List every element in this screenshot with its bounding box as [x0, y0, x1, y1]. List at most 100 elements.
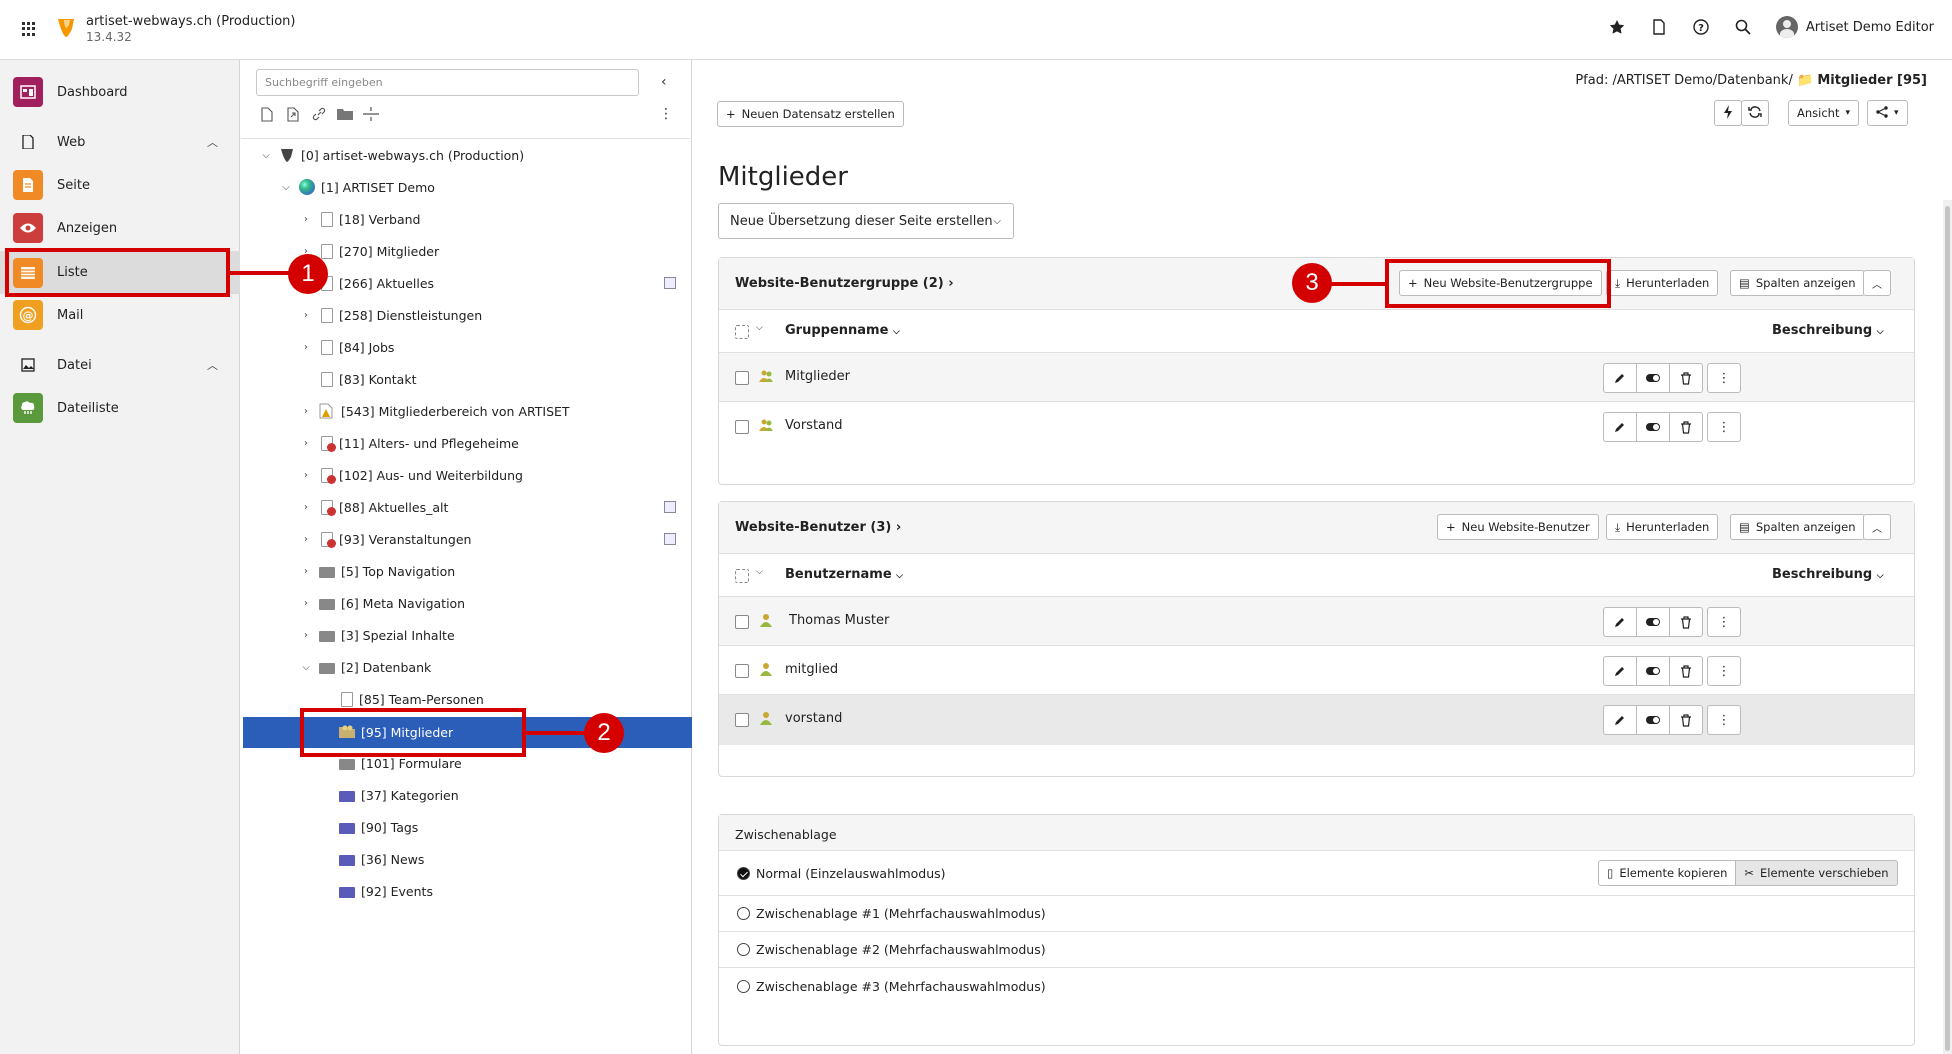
- new-record-button[interactable]: + Neuen Datensatz erstellen: [717, 101, 904, 127]
- tree-search-input[interactable]: Suchbegriff eingeben: [256, 69, 639, 96]
- edit-button[interactable]: [1603, 656, 1637, 686]
- chevron-down-icon[interactable]: ⌵: [756, 323, 763, 333]
- move-elements-button[interactable]: ✂ Elemente verschieben: [1735, 860, 1898, 886]
- download-button[interactable]: ⤓ Herunterladen: [1606, 514, 1719, 540]
- sidebar-item-anzeigen[interactable]: Anzeigen: [0, 208, 240, 248]
- column-header[interactable]: Gruppenname ⌵: [785, 323, 900, 338]
- table-row[interactable]: mitglied ⋮: [719, 646, 1914, 695]
- tree-node[interactable]: › [3] Spezial Inhalte: [299, 620, 455, 650]
- tree-node-artiset-demo[interactable]: ⌵ [1] ARTISET Demo: [279, 172, 435, 202]
- translation-select[interactable]: Neue Übersetzung dieser Seite erstellen ⌵: [718, 203, 1014, 239]
- tree-node[interactable]: › [18] Verband: [299, 204, 421, 234]
- chevron-right-icon[interactable]: ›: [299, 406, 313, 417]
- edit-button[interactable]: [1603, 607, 1637, 637]
- show-columns-button[interactable]: ▤ Spalten anzeigen: [1730, 514, 1865, 540]
- row-title[interactable]: mitglied: [785, 662, 838, 677]
- edit-button[interactable]: [1603, 705, 1637, 735]
- chevron-right-icon[interactable]: ›: [299, 342, 313, 353]
- chevron-right-icon[interactable]: ›: [299, 598, 313, 609]
- search-icon[interactable]: [1734, 18, 1752, 36]
- radio-checked[interactable]: [737, 866, 750, 880]
- copy-elements-button[interactable]: ▯ Elemente kopieren: [1598, 860, 1737, 886]
- clipboard-option[interactable]: Zwischenablage #1 (Mehrfachauswahlmodus): [719, 896, 1914, 932]
- clipboard-option[interactable]: Zwischenablage #3 (Mehrfachauswahlmodus): [719, 968, 1914, 1004]
- chevron-right-icon[interactable]: ›: [299, 310, 313, 321]
- tree-node[interactable]: [101] Formulare: [319, 748, 462, 778]
- toggle-visibility-button[interactable]: [1636, 363, 1670, 393]
- delete-button[interactable]: [1669, 705, 1703, 735]
- clear-cache-button[interactable]: [1714, 100, 1742, 126]
- more-actions-button[interactable]: ⋮: [1707, 607, 1741, 637]
- tree-node-root[interactable]: ⌵ [0] artiset-webways.ch (Production): [259, 140, 524, 170]
- link-icon[interactable]: [311, 106, 327, 122]
- radio-unchecked[interactable]: [737, 979, 750, 993]
- delete-button[interactable]: [1669, 363, 1703, 393]
- more-actions-button[interactable]: ⋮: [1707, 656, 1741, 686]
- new-group-button[interactable]: + Neu Website-Benutzergruppe: [1399, 270, 1602, 296]
- panel-title[interactable]: Website-Benutzer (3) ›: [735, 520, 901, 535]
- share-dropdown[interactable]: ▾: [1867, 100, 1908, 126]
- help-icon[interactable]: ?: [1692, 18, 1710, 36]
- column-header[interactable]: Beschreibung ⌵: [1772, 567, 1884, 582]
- table-row[interactable]: Vorstand ⋮: [719, 402, 1914, 451]
- tree-node[interactable]: [83] Kontakt: [299, 364, 416, 394]
- tree-node[interactable]: › [88] Aktuelles_alt: [299, 492, 448, 522]
- tree-node[interactable]: › [6] Meta Navigation: [299, 588, 465, 618]
- toggle-visibility-button[interactable]: [1636, 607, 1670, 637]
- tree-more-icon[interactable]: ⋮: [659, 106, 673, 122]
- chevron-down-icon[interactable]: ⌵: [279, 182, 293, 193]
- clipboard-option[interactable]: Zwischenablage #2 (Mehrfachauswahlmodus): [719, 932, 1914, 968]
- tree-node[interactable]: [85] Team-Personen: [319, 684, 484, 714]
- download-button[interactable]: ⤓ Herunterladen: [1606, 270, 1719, 296]
- collapse-panel-button[interactable]: ︿: [1863, 514, 1891, 540]
- clipboard-option[interactable]: Normal (Einzelauswahlmodus) ▯ Elemente ko…: [719, 851, 1914, 896]
- radio-unchecked[interactable]: [737, 943, 750, 956]
- view-dropdown[interactable]: Ansicht ▾: [1788, 100, 1859, 126]
- table-row[interactable]: Mitglieder ⋮: [719, 353, 1914, 402]
- radio-unchecked[interactable]: [737, 907, 750, 920]
- row-title[interactable]: Mitglieder: [785, 369, 850, 384]
- user-menu[interactable]: Artiset Demo Editor: [1775, 16, 1934, 38]
- panel-title[interactable]: Website-Benutzergruppe (2) ›: [735, 276, 954, 291]
- chevron-right-icon[interactable]: ›: [299, 630, 313, 641]
- column-header[interactable]: Beschreibung ⌵: [1772, 323, 1884, 338]
- row-checkbox[interactable]: [735, 713, 749, 727]
- new-user-button[interactable]: + Neu Website-Benutzer: [1437, 514, 1599, 540]
- chevron-down-icon[interactable]: ⌵: [756, 567, 763, 577]
- chevron-right-icon[interactable]: ›: [299, 502, 313, 513]
- row-title[interactable]: Vorstand: [785, 418, 843, 433]
- more-actions-button[interactable]: ⋮: [1707, 363, 1741, 393]
- tree-node[interactable]: › [93] Veranstaltungen: [299, 524, 471, 554]
- delete-button[interactable]: [1669, 607, 1703, 637]
- app-grid-icon[interactable]: [22, 22, 36, 36]
- chevron-down-icon[interactable]: ⌵: [259, 150, 273, 161]
- edit-button[interactable]: [1603, 412, 1637, 442]
- chevron-right-icon[interactable]: ›: [299, 470, 313, 481]
- toggle-visibility-button[interactable]: [1636, 412, 1670, 442]
- tree-node[interactable]: [37] Kategorien: [319, 780, 459, 810]
- select-all-checkbox[interactable]: [735, 569, 749, 583]
- folder-icon[interactable]: [337, 106, 353, 122]
- table-row[interactable]: vorstand ⋮: [719, 695, 1914, 745]
- sidebar-group-datei[interactable]: Datei ︿: [0, 345, 240, 385]
- tree-node[interactable]: [92] Events: [319, 876, 433, 906]
- tree-node[interactable]: › [258] Dienstleistungen: [299, 300, 482, 330]
- tree-node-selected[interactable]: [95] Mitglieder: [319, 717, 453, 747]
- edit-button[interactable]: [1603, 363, 1637, 393]
- sidebar-item-liste[interactable]: Liste: [0, 251, 240, 294]
- column-header[interactable]: Benutzername ⌵: [785, 567, 903, 582]
- more-actions-button[interactable]: ⋮: [1707, 412, 1741, 442]
- new-shortcut-icon[interactable]: [285, 106, 301, 122]
- new-page-icon[interactable]: [259, 106, 275, 122]
- row-checkbox[interactable]: [735, 664, 749, 678]
- toggle-visibility-button[interactable]: [1636, 656, 1670, 686]
- tree-node[interactable]: [90] Tags: [319, 812, 418, 842]
- tree-node[interactable]: › [84] Jobs: [299, 332, 394, 362]
- more-actions-button[interactable]: ⋮: [1707, 705, 1741, 735]
- document-icon[interactable]: [1650, 18, 1668, 36]
- tree-node[interactable]: › [102] Aus- und Weiterbildung: [299, 460, 523, 490]
- chevron-right-icon[interactable]: ›: [299, 438, 313, 449]
- table-row[interactable]: Thomas Muster ⋮: [719, 597, 1914, 646]
- toggle-visibility-button[interactable]: [1636, 705, 1670, 735]
- tree-node[interactable]: › [543] Mitgliederbereich von ARTISET: [299, 396, 570, 426]
